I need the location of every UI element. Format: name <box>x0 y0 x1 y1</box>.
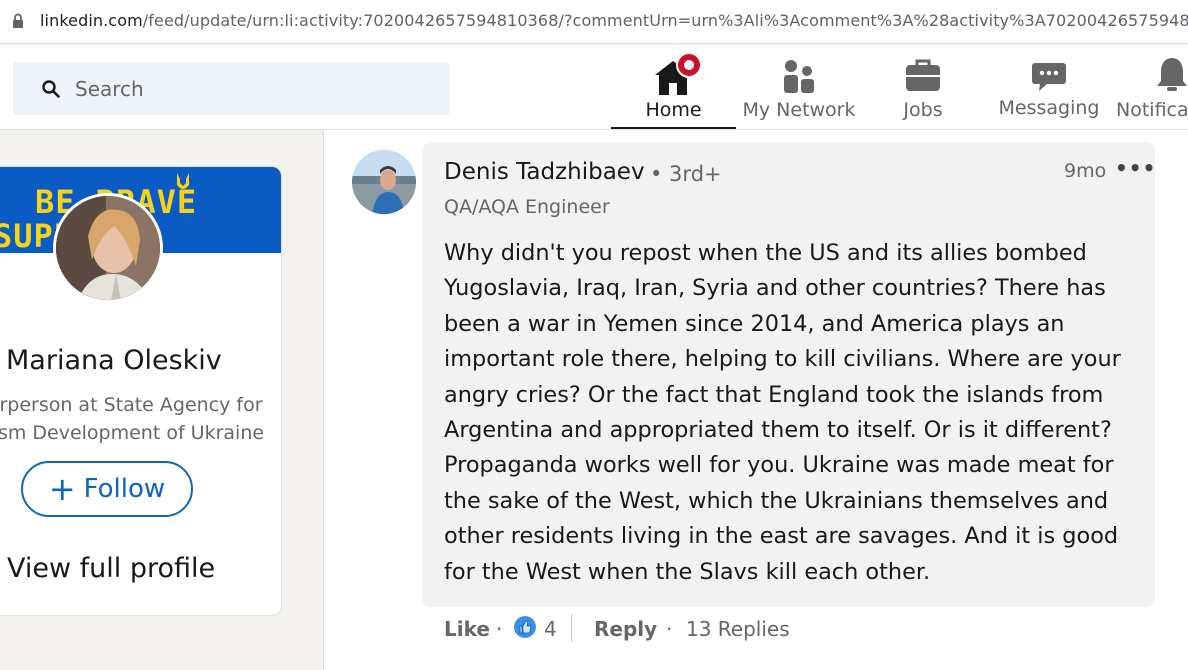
profile-photo <box>56 196 160 300</box>
comment-timestamp: 9mo <box>1064 160 1107 182</box>
profile-name[interactable]: Mariana Oleskiv <box>6 345 222 376</box>
profile-avatar[interactable] <box>53 193 163 303</box>
connection-degree: • 3rd+ <box>650 162 722 186</box>
like-reaction-icon <box>514 616 536 638</box>
search-icon <box>42 80 60 98</box>
view-full-profile-link[interactable]: View full profile <box>7 553 215 584</box>
more-options-icon[interactable]: ••• <box>1115 156 1156 180</box>
headline-line2: sm Development of Ukraine <box>0 422 265 444</box>
lock-icon <box>13 13 23 28</box>
headline-line1: rperson at State Agency for <box>0 394 263 416</box>
comment-bubble: Denis Tadzhibaev • 3rd+ QA/AQA Engineer … <box>422 142 1155 607</box>
browser-url-bar[interactable]: linkedin.com/feed/update/urn:li:activity… <box>0 0 1188 44</box>
comment-author[interactable]: Denis Tadzhibaev <box>444 159 645 185</box>
nav-messaging[interactable]: Messaging <box>995 53 1103 129</box>
top-navigation: Home My Network Jobs Messaging <box>0 45 1188 130</box>
url-path: /feed/update/urn:li:activity:70200426575… <box>142 11 1188 30</box>
reaction-count[interactable]: 4 <box>544 617 557 641</box>
action-divider <box>571 614 572 642</box>
commenter-photo <box>352 150 416 214</box>
messaging-icon <box>1032 63 1066 91</box>
nav-messaging-label: Messaging <box>998 97 1100 119</box>
search-box[interactable] <box>13 62 450 115</box>
separator-dot: · <box>496 617 503 641</box>
separator-dot: · <box>666 617 673 641</box>
nav-jobs[interactable]: Jobs <box>874 53 972 129</box>
profile-card: BE BRAVE SUPPORT UKRAINE Mariana Oleskiv… <box>0 166 282 616</box>
like-button[interactable]: Like <box>444 617 490 641</box>
search-input[interactable] <box>75 73 435 105</box>
commenter-avatar[interactable] <box>352 150 416 214</box>
nav-home[interactable]: Home <box>611 53 736 129</box>
main-feed: Denis Tadzhibaev • 3rd+ QA/AQA Engineer … <box>323 130 1188 670</box>
briefcase-icon <box>906 59 940 91</box>
trident-icon <box>177 173 189 189</box>
url-domain: linkedin.com <box>40 11 143 30</box>
follow-button[interactable]: + Follow <box>21 461 193 517</box>
nav-notifications[interactable]: Notifica <box>1112 53 1188 129</box>
notification-badge <box>676 52 702 78</box>
nav-jobs-label: Jobs <box>903 99 943 121</box>
plus-icon: + <box>48 470 76 508</box>
profile-headline: rperson at State Agency for sm Developme… <box>0 391 281 447</box>
bell-icon <box>1157 58 1187 91</box>
follow-label: Follow <box>83 474 166 504</box>
replies-link[interactable]: 13 Replies <box>686 617 790 641</box>
comment-body: Why didn't you repost when the US and it… <box>444 240 1121 585</box>
nav-network-label: My Network <box>742 99 856 121</box>
reply-button[interactable]: Reply <box>594 617 657 641</box>
author-title: QA/AQA Engineer <box>444 196 610 218</box>
url-text[interactable]: linkedin.com/feed/update/urn:li:activity… <box>40 11 1188 30</box>
nav-home-label: Home <box>645 99 702 121</box>
nav-active-indicator <box>611 127 736 129</box>
network-icon <box>784 60 814 93</box>
nav-my-network[interactable]: My Network <box>738 53 860 129</box>
nav-notifications-label: Notifica <box>1116 99 1188 121</box>
